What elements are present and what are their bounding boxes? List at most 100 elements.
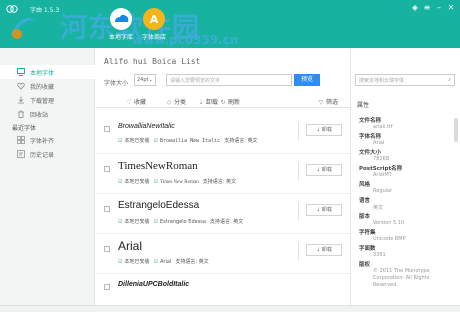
uninstall-font-button[interactable]: ⇣ 卸载 bbox=[306, 244, 342, 256]
grid-icon bbox=[17, 136, 25, 144]
trash-icon bbox=[18, 110, 24, 118]
property-key: 版本 bbox=[359, 214, 371, 220]
search-placeholder: 搜索本地和云端字体 bbox=[359, 78, 405, 84]
status-bar bbox=[0, 305, 460, 312]
font-name: DilleniaUPCBoldItalic bbox=[118, 281, 190, 288]
scrollbar[interactable] bbox=[454, 118, 458, 142]
tab-font-store[interactable]: A 字体商店 bbox=[134, 8, 174, 46]
font-size-label: 字体大小 bbox=[104, 80, 129, 87]
property-key: PostScript名称 bbox=[359, 166, 403, 172]
check-icon: ☑ bbox=[153, 179, 158, 185]
toolbar-label: 分类 bbox=[174, 99, 187, 106]
font-name: BrowalliaNewItalic bbox=[118, 123, 175, 130]
font-meta: ☑ 本地已安装 ☑ Browallia New Italic 支持语言: 英文 bbox=[118, 137, 257, 144]
install-status: 本地已安装 bbox=[124, 179, 150, 185]
refresh-icon: ↻ bbox=[220, 99, 226, 106]
divider bbox=[298, 202, 299, 220]
search-icon: ⌕ bbox=[448, 77, 451, 83]
language-support: 支持语言: 英文 bbox=[209, 219, 244, 225]
sidebar-item-label: 回收站 bbox=[30, 112, 49, 119]
property-key: 字符集 bbox=[359, 230, 376, 236]
check-icon: ☑ bbox=[153, 138, 158, 144]
font-name: Arial bbox=[118, 239, 143, 253]
download-icon bbox=[18, 96, 24, 104]
cloud-icon bbox=[110, 8, 132, 30]
preview-text-input[interactable]: 请输入您要预览的文字 bbox=[166, 74, 292, 86]
sidebar-item-font-completion[interactable]: 字体补齐 bbox=[0, 133, 95, 147]
watermark-logo-icon bbox=[10, 18, 38, 39]
check-icon: ☑ bbox=[118, 138, 123, 144]
chevron-down-icon: ⌄ bbox=[148, 77, 153, 83]
sample-text: Times New Roman bbox=[159, 180, 199, 185]
filter-button[interactable]: ▽ 筛选 bbox=[318, 97, 338, 106]
sidebar-item-label: 我的收藏 bbox=[30, 84, 55, 91]
skin-icon[interactable]: ◈ bbox=[410, 3, 420, 13]
svg-text:A: A bbox=[150, 13, 159, 26]
font-row[interactable]: EstrangeloEdessa ☑ 本地已安装 ☑ Estrangelo Edess… bbox=[96, 194, 350, 234]
sidebar-item-trash[interactable]: 回收站 bbox=[0, 107, 95, 121]
property-value: Arial bbox=[373, 140, 385, 146]
sidebar-item-label: 下载管理 bbox=[30, 98, 55, 105]
property-value: 英文 bbox=[373, 205, 384, 211]
preview-button[interactable]: 预览 bbox=[294, 74, 320, 86]
row-checkbox[interactable] bbox=[104, 126, 110, 132]
row-checkbox[interactable] bbox=[104, 206, 110, 212]
font-name: EstrangeloEdessa bbox=[118, 200, 200, 211]
property-key: 字体名称 bbox=[359, 134, 382, 140]
property-value: 781KB bbox=[373, 156, 390, 162]
check-icon: ☑ bbox=[153, 219, 158, 225]
refresh-button[interactable]: ↻ 刷新 bbox=[220, 97, 240, 106]
font-row[interactable]: BrowalliaNewItalic ☑ 本地已安装 ☑ Browallia New … bbox=[96, 114, 350, 154]
close-icon[interactable]: ✕ bbox=[446, 3, 456, 13]
check-icon: ☑ bbox=[118, 219, 123, 225]
uninstall-font-button[interactable]: ⇣ 卸载 bbox=[306, 204, 342, 216]
sample-text: Arial bbox=[159, 259, 172, 265]
sidebar-item-label: 历史记录 bbox=[30, 152, 55, 159]
font-list-title: Alifo hui Boica List bbox=[104, 57, 201, 66]
sidebar-item-label: 本地字体 bbox=[30, 70, 55, 77]
uninstall-button[interactable]: ⇣ 卸载 bbox=[198, 97, 218, 106]
font-row[interactable]: Arial ☑ 本地已安装 ☑ Arial 支持语言: 英文 ⇣ 卸载 bbox=[96, 234, 350, 274]
language-support: 支持语言: 英文 bbox=[202, 179, 236, 185]
sidebar-item-favorites[interactable]: 我的收藏 bbox=[0, 79, 95, 93]
favorite-button[interactable]: ♡ 收藏 bbox=[126, 97, 146, 106]
property-value: ArialMT bbox=[373, 172, 392, 178]
property-value: © 2011 The Monotype Corporation. All Rig… bbox=[373, 268, 430, 288]
toolbar-label: 刷新 bbox=[228, 99, 241, 106]
minimize-icon[interactable]: – bbox=[434, 3, 444, 13]
install-status: 本地已安装 bbox=[124, 138, 150, 144]
title-bar: 字由 1.5.3 河东软件园 www.pc0359.cn 本地字库 A 字体商店… bbox=[0, 0, 460, 48]
row-checkbox[interactable] bbox=[104, 166, 110, 172]
font-row[interactable]: TimesNewRoman ☑ 本地已安装 ☑ Times New Roman 支持语言… bbox=[96, 154, 350, 194]
install-status: 本地已安装 bbox=[124, 259, 150, 265]
heart-icon bbox=[17, 82, 25, 90]
font-size-select[interactable]: 24pt ⌄ bbox=[134, 74, 156, 86]
row-checkbox[interactable] bbox=[104, 246, 110, 252]
row-checkbox[interactable] bbox=[104, 284, 110, 290]
language-support: 支持语言: 英文 bbox=[175, 259, 209, 265]
menu-icon[interactable]: ≡ bbox=[422, 3, 432, 13]
category-button[interactable]: ◇ 分类 bbox=[166, 97, 186, 106]
toolbar-label: 收藏 bbox=[134, 99, 147, 106]
history-icon bbox=[17, 150, 25, 158]
sidebar-item-downloads[interactable]: 下载管理 bbox=[0, 93, 95, 107]
install-status: 本地已安装 bbox=[124, 219, 150, 225]
font-name: TimesNewRoman bbox=[118, 160, 198, 172]
uninstall-font-button[interactable]: ⇣ 卸载 bbox=[306, 164, 342, 176]
search-input[interactable]: 搜索本地和云端字体 ⌕ bbox=[355, 74, 455, 86]
language-support: 支持语言: 英文 bbox=[224, 138, 258, 144]
property-key: 版权 bbox=[359, 262, 371, 268]
folder-icon: ◇ bbox=[166, 99, 172, 106]
sidebar-item-history[interactable]: 历史记录 bbox=[0, 147, 95, 161]
property-value: Version 5.10 bbox=[373, 220, 405, 226]
action-label: 卸载 bbox=[321, 247, 332, 253]
monitor-icon bbox=[17, 68, 25, 76]
property-value: Unicode BMP bbox=[373, 236, 406, 242]
list-toolbar: ♡ 收藏 ◇ 分类 ⇣ 卸载 ↻ 刷新 ▽ 筛选 bbox=[96, 94, 350, 108]
font-meta: ☑ 本地已安装 ☑ Arial 支持语言: 英文 bbox=[118, 258, 209, 265]
sidebar-item-local-fonts[interactable]: 本地字体 bbox=[0, 65, 95, 79]
uninstall-font-button[interactable]: ⇣ 卸载 bbox=[306, 124, 342, 136]
divider bbox=[298, 242, 299, 260]
font-meta: ☑ 本地已安装 ☑ Times New Roman 支持语言: 英文 bbox=[118, 178, 236, 185]
property-key: 字面数 bbox=[359, 246, 376, 252]
